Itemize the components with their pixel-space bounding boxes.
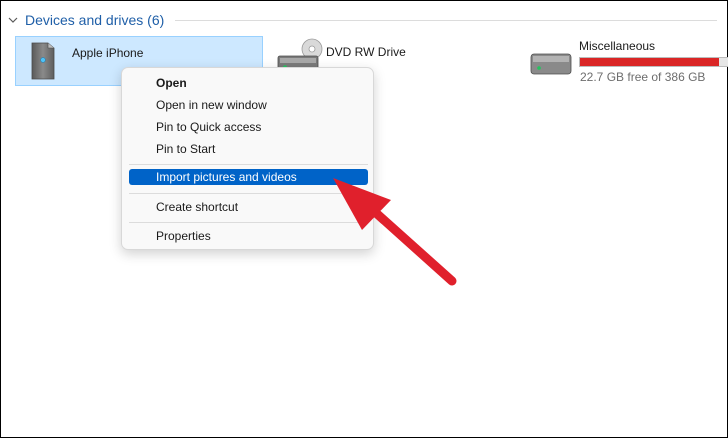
device-name-apple-iphone: Apple iPhone [72, 46, 144, 60]
menu-separator [129, 193, 368, 194]
menu-item-open[interactable]: Open [129, 74, 368, 93]
drive-space-bar [579, 57, 728, 67]
menu-item-create-shortcut[interactable]: Create shortcut [129, 198, 368, 217]
menu-separator [129, 222, 368, 223]
menu-separator [129, 164, 368, 165]
chevron-down-icon[interactable] [7, 14, 19, 26]
menu-item-import-pictures-and-videos[interactable]: Import pictures and videos [129, 169, 368, 185]
drive-space-used-fill [580, 58, 720, 66]
device-name-dvd-rw-drive: DVD RW Drive [326, 45, 406, 59]
phone-storage-icon [31, 42, 55, 80]
group-divider [175, 20, 717, 21]
menu-item-pin-to-quick-access[interactable]: Pin to Quick access [129, 118, 368, 137]
menu-item-open-in-new-window[interactable]: Open in new window [129, 96, 368, 115]
explorer-content-pane: Devices and drives (6) Apple iPhone DVD … [0, 0, 728, 438]
devices-group-header[interactable]: Devices and drives (6) [7, 11, 164, 29]
device-name-miscellaneous: Miscellaneous [579, 39, 656, 53]
menu-item-properties[interactable]: Properties [129, 227, 368, 246]
hard-drive-icon [530, 53, 572, 75]
menu-item-pin-to-start[interactable]: Pin to Start [129, 140, 368, 159]
context-menu: Open Open in new window Pin to Quick acc… [121, 67, 374, 250]
devices-group-title: Devices and drives (6) [25, 12, 165, 28]
drive-free-space-text: 22.7 GB free of 386 GB [580, 70, 706, 84]
